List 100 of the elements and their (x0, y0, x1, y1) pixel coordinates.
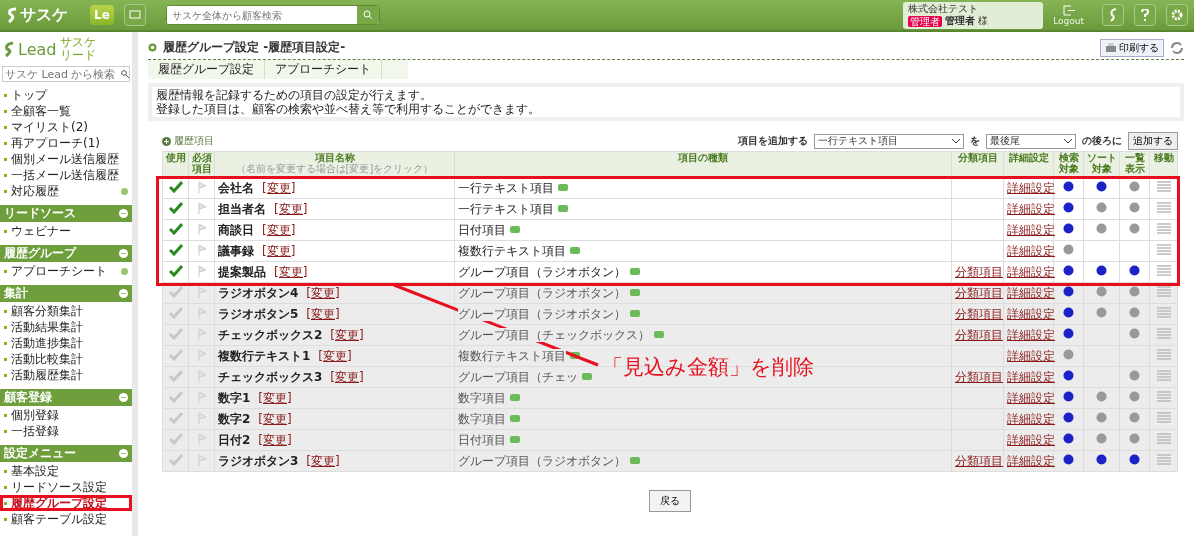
status-dot[interactable] (1063, 454, 1074, 465)
status-dot[interactable] (1129, 265, 1140, 276)
rename-link[interactable]: [変更] (306, 453, 340, 468)
sidebar-item[interactable]: ウェビナー (0, 223, 132, 239)
drag-handle-icon[interactable] (1156, 328, 1171, 339)
rename-link[interactable]: [変更] (306, 306, 340, 321)
check-icon[interactable] (168, 432, 183, 445)
search-icon[interactable] (121, 70, 129, 78)
sidebar-item[interactable]: 個別メール送信履歴 (0, 151, 132, 167)
status-dot[interactable] (1129, 391, 1140, 402)
drag-handle-icon[interactable] (1156, 391, 1171, 402)
status-dot[interactable] (1063, 370, 1074, 381)
drag-handle-icon[interactable] (1156, 349, 1171, 360)
status-dot[interactable] (1063, 391, 1074, 402)
collapse-icon[interactable] (119, 209, 128, 218)
status-dot[interactable] (1063, 265, 1074, 276)
sidebar-item[interactable]: トップ (0, 87, 132, 103)
sidebar-item[interactable]: 顧客テーブル設定 (0, 511, 132, 527)
status-dot[interactable] (1129, 307, 1140, 318)
search-field[interactable]: サスケ全体から顧客検索 (165, 5, 380, 25)
back-button[interactable]: 戻る (649, 490, 691, 512)
check-icon[interactable] (168, 264, 183, 277)
refresh-icon[interactable] (1170, 40, 1184, 55)
status-dot[interactable] (1129, 181, 1140, 192)
status-dot[interactable] (1096, 181, 1107, 192)
sidebar-item[interactable]: 活動結果集計 (0, 319, 132, 335)
flag-icon[interactable] (196, 285, 207, 298)
status-dot[interactable] (1063, 349, 1074, 360)
drag-handle-icon[interactable] (1156, 244, 1171, 255)
check-icon[interactable] (168, 222, 183, 235)
check-icon[interactable] (168, 180, 183, 193)
check-icon[interactable] (168, 243, 183, 256)
sidebar-item[interactable]: 活動履歴集計 (0, 367, 132, 383)
sidebar-item[interactable]: リードソース設定 (0, 479, 132, 495)
drag-handle-icon[interactable] (1156, 412, 1171, 423)
rename-link[interactable]: [変更] (258, 432, 292, 447)
collapse-icon[interactable] (119, 449, 128, 458)
rename-link[interactable]: [変更] (258, 411, 292, 426)
add-button[interactable]: 追加する (1128, 132, 1178, 150)
drag-handle-icon[interactable] (1156, 265, 1171, 276)
sidebar-item[interactable]: アプローチシート (0, 263, 132, 279)
status-dot[interactable] (1096, 307, 1107, 318)
sidebar-item[interactable]: 全顧客一覧 (0, 103, 132, 119)
check-icon[interactable] (168, 369, 183, 382)
breadcrumb[interactable]: 履歴グループ設定 (148, 60, 265, 79)
drag-handle-icon[interactable] (1156, 433, 1171, 444)
logout-icon[interactable] (1062, 4, 1075, 16)
check-icon[interactable] (168, 453, 183, 466)
status-dot[interactable] (1129, 202, 1140, 213)
status-dot[interactable] (1096, 202, 1107, 213)
sidebar-item[interactable]: 再アプローチ(1) (0, 135, 132, 151)
print-button[interactable]: 印刷する (1100, 38, 1164, 57)
check-icon[interactable] (168, 306, 183, 319)
rename-link[interactable]: [変更] (330, 327, 364, 342)
status-dot[interactable] (1096, 412, 1107, 423)
status-dot[interactable] (1096, 433, 1107, 444)
item-type-select[interactable]: 一行テキスト項目 (814, 133, 964, 149)
rename-link[interactable]: [変更] (306, 285, 340, 300)
breadcrumb[interactable]: アプローチシート (265, 60, 382, 79)
status-dot[interactable] (1129, 370, 1140, 381)
check-icon[interactable] (168, 390, 183, 403)
rename-link[interactable]: [変更] (258, 390, 292, 405)
status-dot[interactable] (1129, 433, 1140, 444)
collapse-icon[interactable] (119, 289, 128, 298)
drag-handle-icon[interactable] (1156, 181, 1171, 192)
add-icon[interactable] (121, 267, 128, 275)
drag-handle-icon[interactable] (1156, 202, 1171, 213)
rename-link[interactable]: [変更] (274, 201, 308, 216)
drag-handle-icon[interactable] (1156, 286, 1171, 297)
status-dot[interactable] (1096, 286, 1107, 297)
sidebar-item[interactable]: 対応履歴 (0, 183, 132, 199)
status-dot[interactable] (1096, 265, 1107, 276)
status-dot[interactable] (1063, 286, 1074, 297)
status-dot[interactable] (1096, 223, 1107, 234)
rename-link[interactable]: [変更] (318, 348, 352, 363)
sidebar-item[interactable]: 顧客分類集計 (0, 303, 132, 319)
drag-handle-icon[interactable] (1156, 454, 1171, 465)
check-icon[interactable] (168, 201, 183, 214)
rename-link[interactable]: [変更] (262, 180, 296, 195)
help-icon[interactable] (1134, 4, 1156, 26)
status-dot[interactable] (1129, 454, 1140, 465)
status-dot[interactable] (1129, 223, 1140, 234)
status-dot[interactable] (1096, 454, 1107, 465)
status-dot[interactable] (1096, 391, 1107, 402)
check-icon[interactable] (168, 285, 183, 298)
sidebar-item[interactable]: 一括メール送信履歴 (0, 167, 132, 183)
rename-link[interactable]: [変更] (274, 264, 308, 279)
status-dot[interactable] (1129, 412, 1140, 423)
logo-icon[interactable] (1102, 4, 1124, 26)
sidebar-item[interactable]: 個別登録 (0, 407, 132, 423)
sidebar-item[interactable]: マイリスト(2) (0, 119, 132, 135)
status-dot[interactable] (1129, 328, 1140, 339)
drag-handle-icon[interactable] (1156, 307, 1171, 318)
sidebar-item[interactable]: 活動進捗集計 (0, 335, 132, 351)
check-icon[interactable] (168, 411, 183, 424)
collapse-icon[interactable] (119, 249, 128, 258)
sidebar-search-field[interactable]: サスケ Lead から検索 (2, 66, 130, 82)
sidebar-item[interactable]: 活動比較集計 (0, 351, 132, 367)
status-dot[interactable] (1063, 202, 1074, 213)
status-dot[interactable] (1063, 244, 1074, 255)
